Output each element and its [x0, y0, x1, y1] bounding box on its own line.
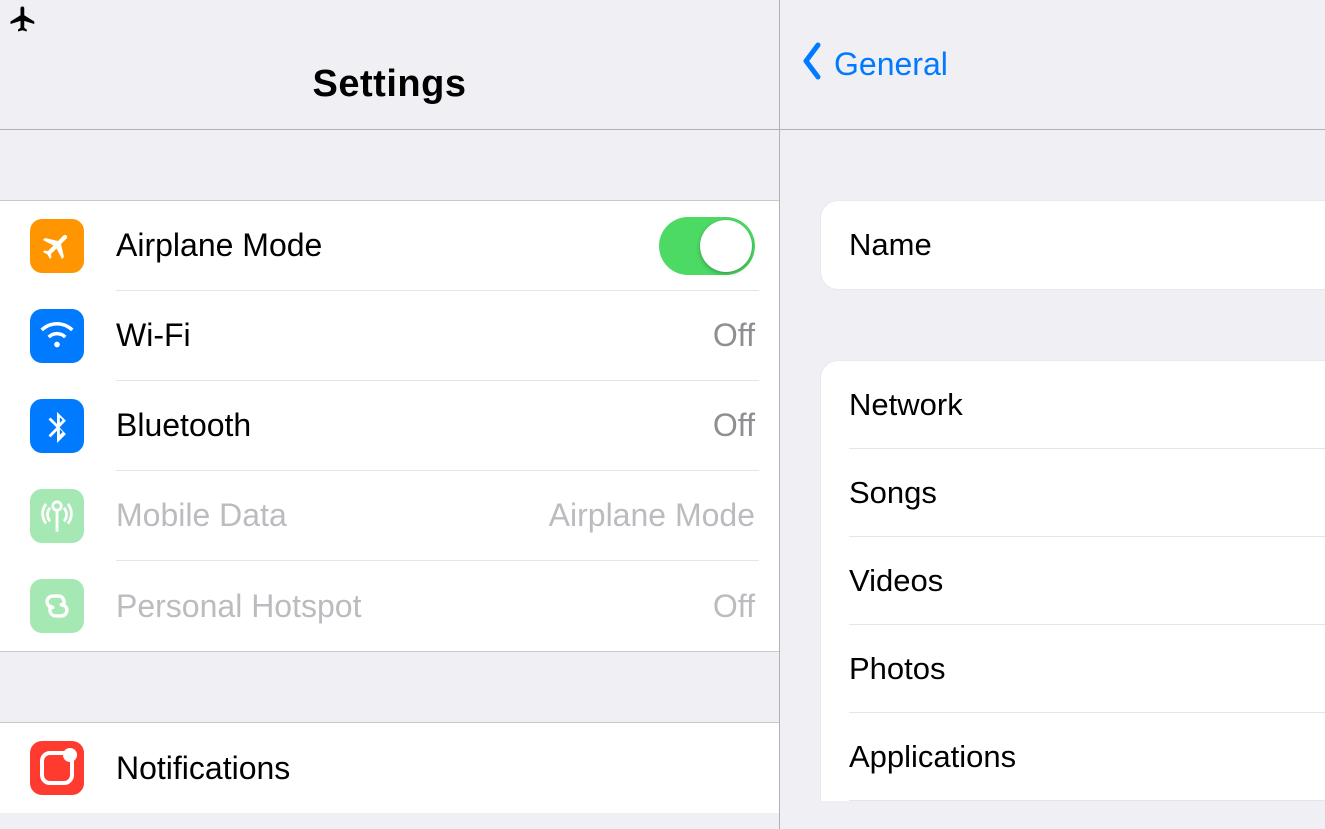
airplane-mode-toggle[interactable]	[659, 217, 755, 275]
group-spacer	[0, 130, 779, 200]
settings-master-pane: Settings Airplane Mode	[0, 0, 780, 829]
settings-detail-pane: General Name Network Songs	[780, 0, 1325, 829]
row-bluetooth[interactable]: Bluetooth Off	[0, 381, 779, 471]
settings-group-notifications: Notifications	[0, 722, 779, 813]
back-label: General	[834, 46, 948, 83]
bluetooth-icon	[30, 399, 84, 453]
row-value: Off	[713, 588, 755, 625]
row-label: Applications	[849, 739, 1016, 775]
toggle-knob	[700, 220, 752, 272]
settings-group-connectivity: Airplane Mode Wi-Fi Off	[0, 200, 779, 652]
airplane-icon	[30, 219, 84, 273]
row-label: Mobile Data	[116, 497, 287, 534]
row-label: Airplane Mode	[116, 227, 322, 264]
detail-header: General	[780, 0, 1325, 130]
row-label: Videos	[849, 563, 943, 599]
row-value: Airplane Mode	[549, 497, 755, 534]
row-label: Notifications	[116, 750, 290, 787]
row-videos[interactable]: Videos	[821, 537, 1325, 625]
status-bar	[0, 0, 779, 40]
settings-title: Settings	[313, 63, 467, 106]
row-label: Name	[849, 227, 932, 263]
about-group-info: Network Songs Videos Photos Applications	[820, 360, 1325, 801]
row-photos[interactable]: Photos	[821, 625, 1325, 713]
group-spacer	[820, 130, 1325, 200]
row-songs[interactable]: Songs	[821, 449, 1325, 537]
settings-header: Settings	[0, 40, 779, 130]
row-label: Personal Hotspot	[116, 588, 361, 625]
hotspot-icon	[30, 579, 84, 633]
row-wifi[interactable]: Wi-Fi Off	[0, 291, 779, 381]
about-group-name: Name	[820, 200, 1325, 290]
airplane-mode-status-icon	[8, 4, 38, 34]
wifi-icon	[30, 309, 84, 363]
group-spacer	[0, 652, 779, 722]
chevron-left-icon	[800, 41, 834, 89]
row-personal-hotspot: Personal Hotspot Off	[0, 561, 779, 651]
group-spacer	[820, 290, 1325, 360]
row-label: Wi-Fi	[116, 317, 191, 354]
row-network[interactable]: Network	[821, 361, 1325, 449]
back-button[interactable]: General	[800, 41, 948, 89]
row-notifications[interactable]: Notifications	[0, 723, 779, 813]
row-airplane-mode[interactable]: Airplane Mode	[0, 201, 779, 291]
notifications-icon	[30, 741, 84, 795]
antenna-icon	[30, 489, 84, 543]
row-applications[interactable]: Applications	[821, 713, 1325, 801]
row-label: Network	[849, 387, 963, 423]
row-name[interactable]: Name	[821, 201, 1325, 289]
row-label: Songs	[849, 475, 937, 511]
row-value: Off	[713, 317, 755, 354]
row-mobile-data: Mobile Data Airplane Mode	[0, 471, 779, 561]
row-label: Bluetooth	[116, 407, 251, 444]
row-value: Off	[713, 407, 755, 444]
row-label: Photos	[849, 651, 946, 687]
